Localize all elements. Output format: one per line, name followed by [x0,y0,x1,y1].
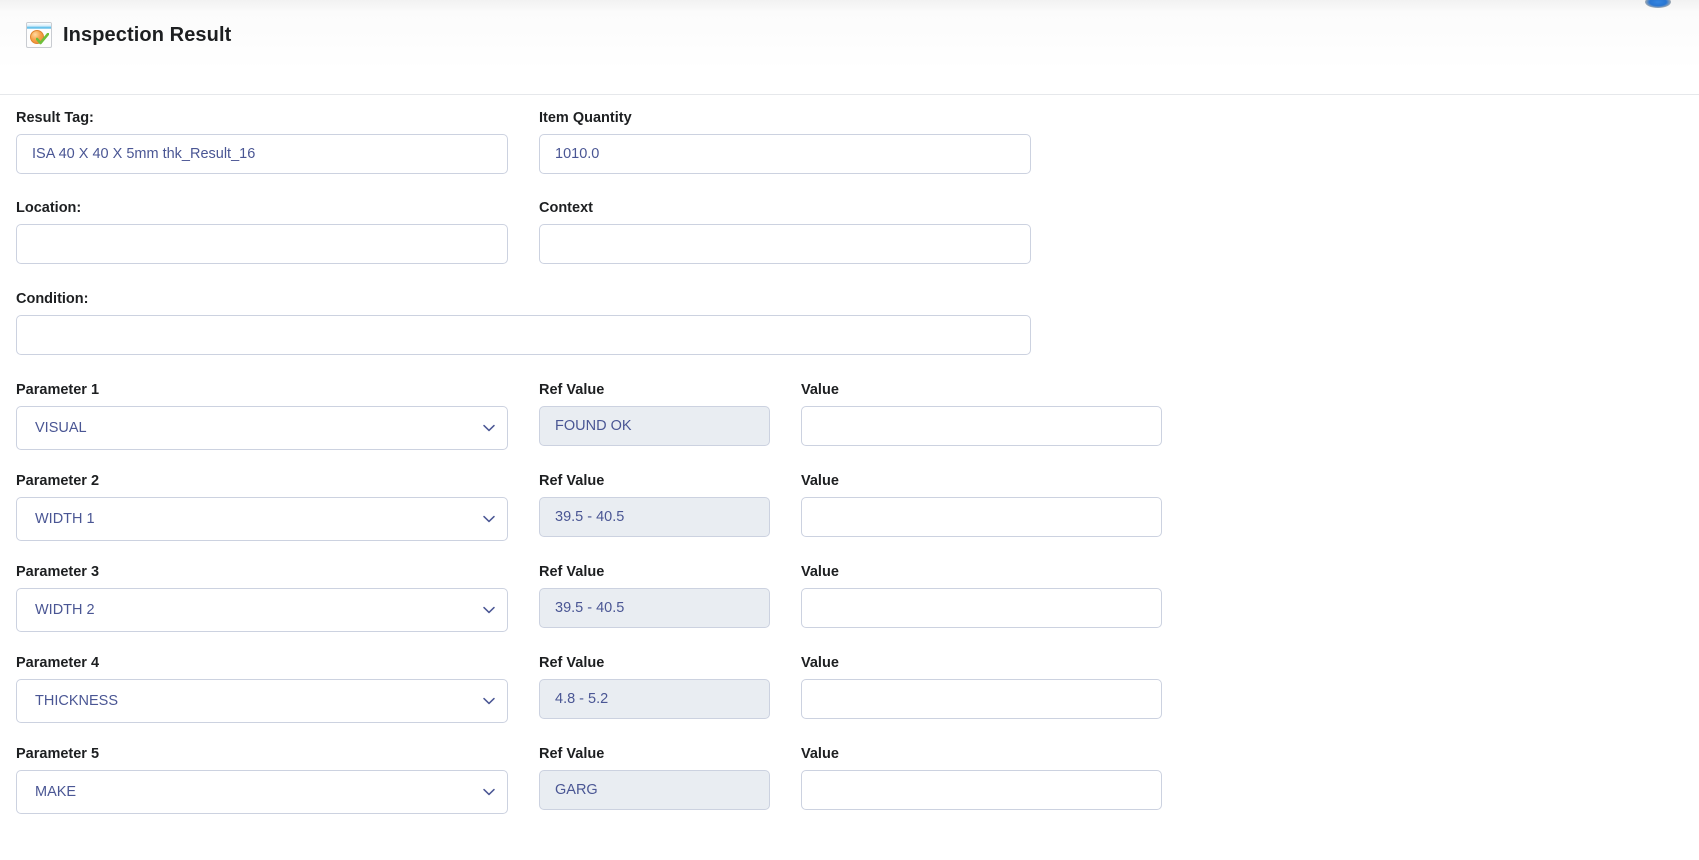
parameter-row: Parameter 3 WIDTH 2 Ref Value Value [0,565,1699,647]
parameter-5-value-label: Value [801,746,839,762]
parameter-3-ref-value [539,587,770,628]
location-label: Location: [16,200,82,216]
result-tag-label: Result Tag: [16,110,94,126]
parameter-3-label: Parameter 3 [16,564,100,580]
parameter-3-ref-label: Ref Value [539,564,605,580]
location-input[interactable] [16,223,508,264]
parameter-1-name-group: Parameter 1 VISUAL [16,383,508,450]
parameter-3-value-input[interactable] [801,587,1162,628]
parameter-4-value-group: Value [801,656,1162,719]
condition-label: Condition: [16,291,89,307]
parameter-2-ref-value [539,496,770,537]
result-tag-input[interactable] [16,133,508,174]
parameter-2-select[interactable]: WIDTH 1 [16,496,508,541]
field-result-tag: Result Tag: [16,111,508,174]
parameter-3-select[interactable]: WIDTH 2 [16,587,508,632]
parameter-4-ref-value [539,678,770,719]
parameter-3-ref-group: Ref Value [539,565,770,628]
parameter-4-label: Parameter 4 [16,655,100,671]
parameter-5-select[interactable]: MAKE [16,769,508,814]
field-condition: Condition: [16,292,1031,355]
parameter-2-label: Parameter 2 [16,473,100,489]
parameter-1-ref-group: Ref Value [539,383,770,446]
parameter-5-value-group: Value [801,747,1162,810]
condition-input[interactable] [16,314,1031,355]
parameter-4-value-input[interactable] [801,678,1162,719]
parameter-5-ref-group: Ref Value [539,747,770,810]
parameter-3-value-group: Value [801,565,1162,628]
item-quantity-input[interactable] [539,133,1031,174]
context-input[interactable] [539,223,1031,264]
parameter-5-label: Parameter 5 [16,746,100,762]
field-location: Location: [16,201,508,264]
parameter-3-name-group: Parameter 3 WIDTH 2 [16,565,508,632]
parameter-1-select[interactable]: VISUAL [16,405,508,450]
parameter-2-ref-group: Ref Value [539,474,770,537]
parameter-1-ref-value [539,405,770,446]
form-row-location-context: Location: Context [0,201,1699,271]
checkmark-icon [36,33,49,45]
form-row-condition: Condition: [0,292,1699,362]
parameter-2-name-group: Parameter 2 WIDTH 1 [16,474,508,541]
parameter-4-name-group: Parameter 4 THICKNESS [16,656,508,723]
parameter-4-ref-label: Ref Value [539,655,605,671]
field-item-quantity: Item Quantity [539,111,1031,174]
parameter-5-value-input[interactable] [801,769,1162,810]
item-quantity-label: Item Quantity [539,110,632,126]
page-title: Inspection Result [63,23,232,46]
parameter-row: Parameter 4 THICKNESS Ref Value Value [0,656,1699,738]
parameter-1-value-group: Value [801,383,1162,446]
parameter-2-value-input[interactable] [801,496,1162,537]
header-divider [0,94,1699,95]
parameter-1-ref-label: Ref Value [539,382,605,398]
parameter-row: Parameter 1 VISUAL Ref Value Value [0,383,1699,465]
parameter-5-name-group: Parameter 5 MAKE [16,747,508,814]
parameter-4-select[interactable]: THICKNESS [16,678,508,723]
parameter-2-value-label: Value [801,473,839,489]
parameter-1-value-label: Value [801,382,839,398]
parameter-4-ref-group: Ref Value [539,656,770,719]
parameter-row: Parameter 2 WIDTH 1 Ref Value Value [0,474,1699,556]
field-context: Context [539,201,1031,264]
parameter-row: Parameter 5 MAKE Ref Value Value [0,747,1699,829]
parameter-3-value-label: Value [801,564,839,580]
parameter-1-label: Parameter 1 [16,382,100,398]
parameter-5-ref-label: Ref Value [539,746,605,762]
page-header: Inspection Result [0,12,1699,95]
status-indicator-icon[interactable] [1645,0,1671,8]
parameter-4-value-label: Value [801,655,839,671]
parameter-5-ref-value [539,769,770,810]
parameter-2-value-group: Value [801,474,1162,537]
context-label: Context [539,200,593,216]
parameter-1-value-input[interactable] [801,405,1162,446]
inspection-result-icon [26,22,52,48]
window-top-strip [0,0,1699,12]
form-row-identity: Result Tag: Item Quantity [0,111,1699,181]
parameter-2-ref-label: Ref Value [539,473,605,489]
